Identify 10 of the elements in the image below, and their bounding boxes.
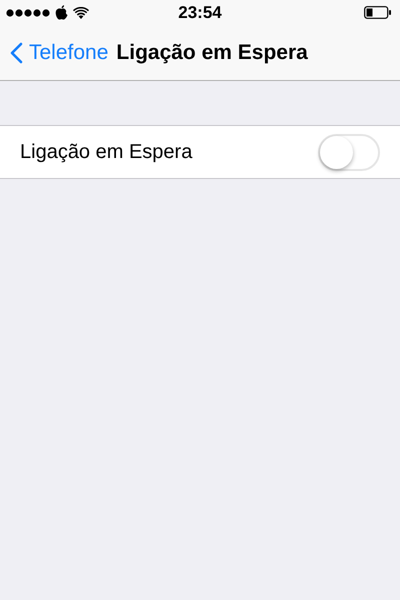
apple-icon bbox=[55, 5, 68, 20]
status-time: 23:54 bbox=[177, 2, 223, 22]
setting-label: Ligação em Espera bbox=[20, 140, 192, 164]
chevron-left-icon bbox=[10, 42, 23, 64]
signal-icon bbox=[6, 8, 50, 16]
back-button[interactable]: Telefone bbox=[0, 40, 108, 64]
battery-icon bbox=[364, 6, 392, 19]
wifi-icon bbox=[73, 6, 89, 18]
toggle-switch[interactable] bbox=[318, 134, 380, 170]
page-title: Ligação em Espera bbox=[116, 40, 308, 64]
